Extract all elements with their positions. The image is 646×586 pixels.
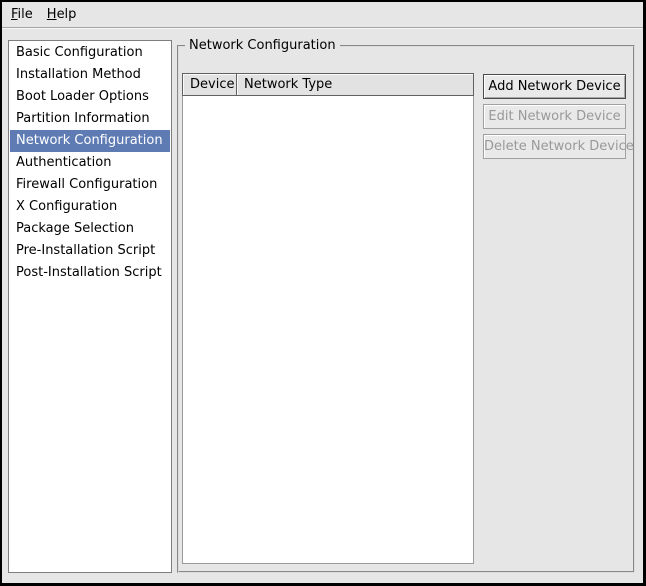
category-item-partition-information[interactable]: Partition Information <box>10 108 170 130</box>
category-item-package-selection[interactable]: Package Selection <box>10 218 170 240</box>
category-item-boot-loader-options[interactable]: Boot Loader Options <box>10 86 170 108</box>
table-header-row: Device Network Type <box>182 73 474 96</box>
menu-file[interactable]: File <box>4 4 40 25</box>
category-item-network-configuration[interactable]: Network Configuration <box>10 130 170 152</box>
category-item-firewall-configuration[interactable]: Firewall Configuration <box>10 174 170 196</box>
column-header-device[interactable]: Device <box>182 73 237 96</box>
edit-network-device-button[interactable]: Edit Network Device <box>483 104 626 129</box>
category-item-installation-method[interactable]: Installation Method <box>10 64 170 86</box>
delete-network-device-button[interactable]: Delete Network Device <box>483 134 626 159</box>
category-item-authentication[interactable]: Authentication <box>10 152 170 174</box>
category-list: Basic Configuration Installation Method … <box>8 40 172 573</box>
device-action-buttons: Add Network Device Edit Network Device D… <box>483 74 626 159</box>
category-item-x-configuration[interactable]: X Configuration <box>10 196 170 218</box>
add-network-device-button[interactable]: Add Network Device <box>483 74 626 99</box>
menu-bar: File Help <box>2 2 643 28</box>
category-item-basic-configuration[interactable]: Basic Configuration <box>10 42 170 64</box>
application-window: File Help Basic Configuration Installati… <box>0 0 646 586</box>
groupbox-title: Network Configuration <box>185 38 340 53</box>
column-header-network-type[interactable]: Network Type <box>236 73 474 96</box>
category-item-post-installation-script[interactable]: Post-Installation Script <box>10 262 170 284</box>
network-device-table: Device Network Type <box>182 73 474 564</box>
device-table-body[interactable] <box>182 96 474 564</box>
network-configuration-groupbox: Network Configuration Device Network Typ… <box>177 38 635 573</box>
menu-help[interactable]: Help <box>40 4 84 25</box>
category-item-pre-installation-script[interactable]: Pre-Installation Script <box>10 240 170 262</box>
